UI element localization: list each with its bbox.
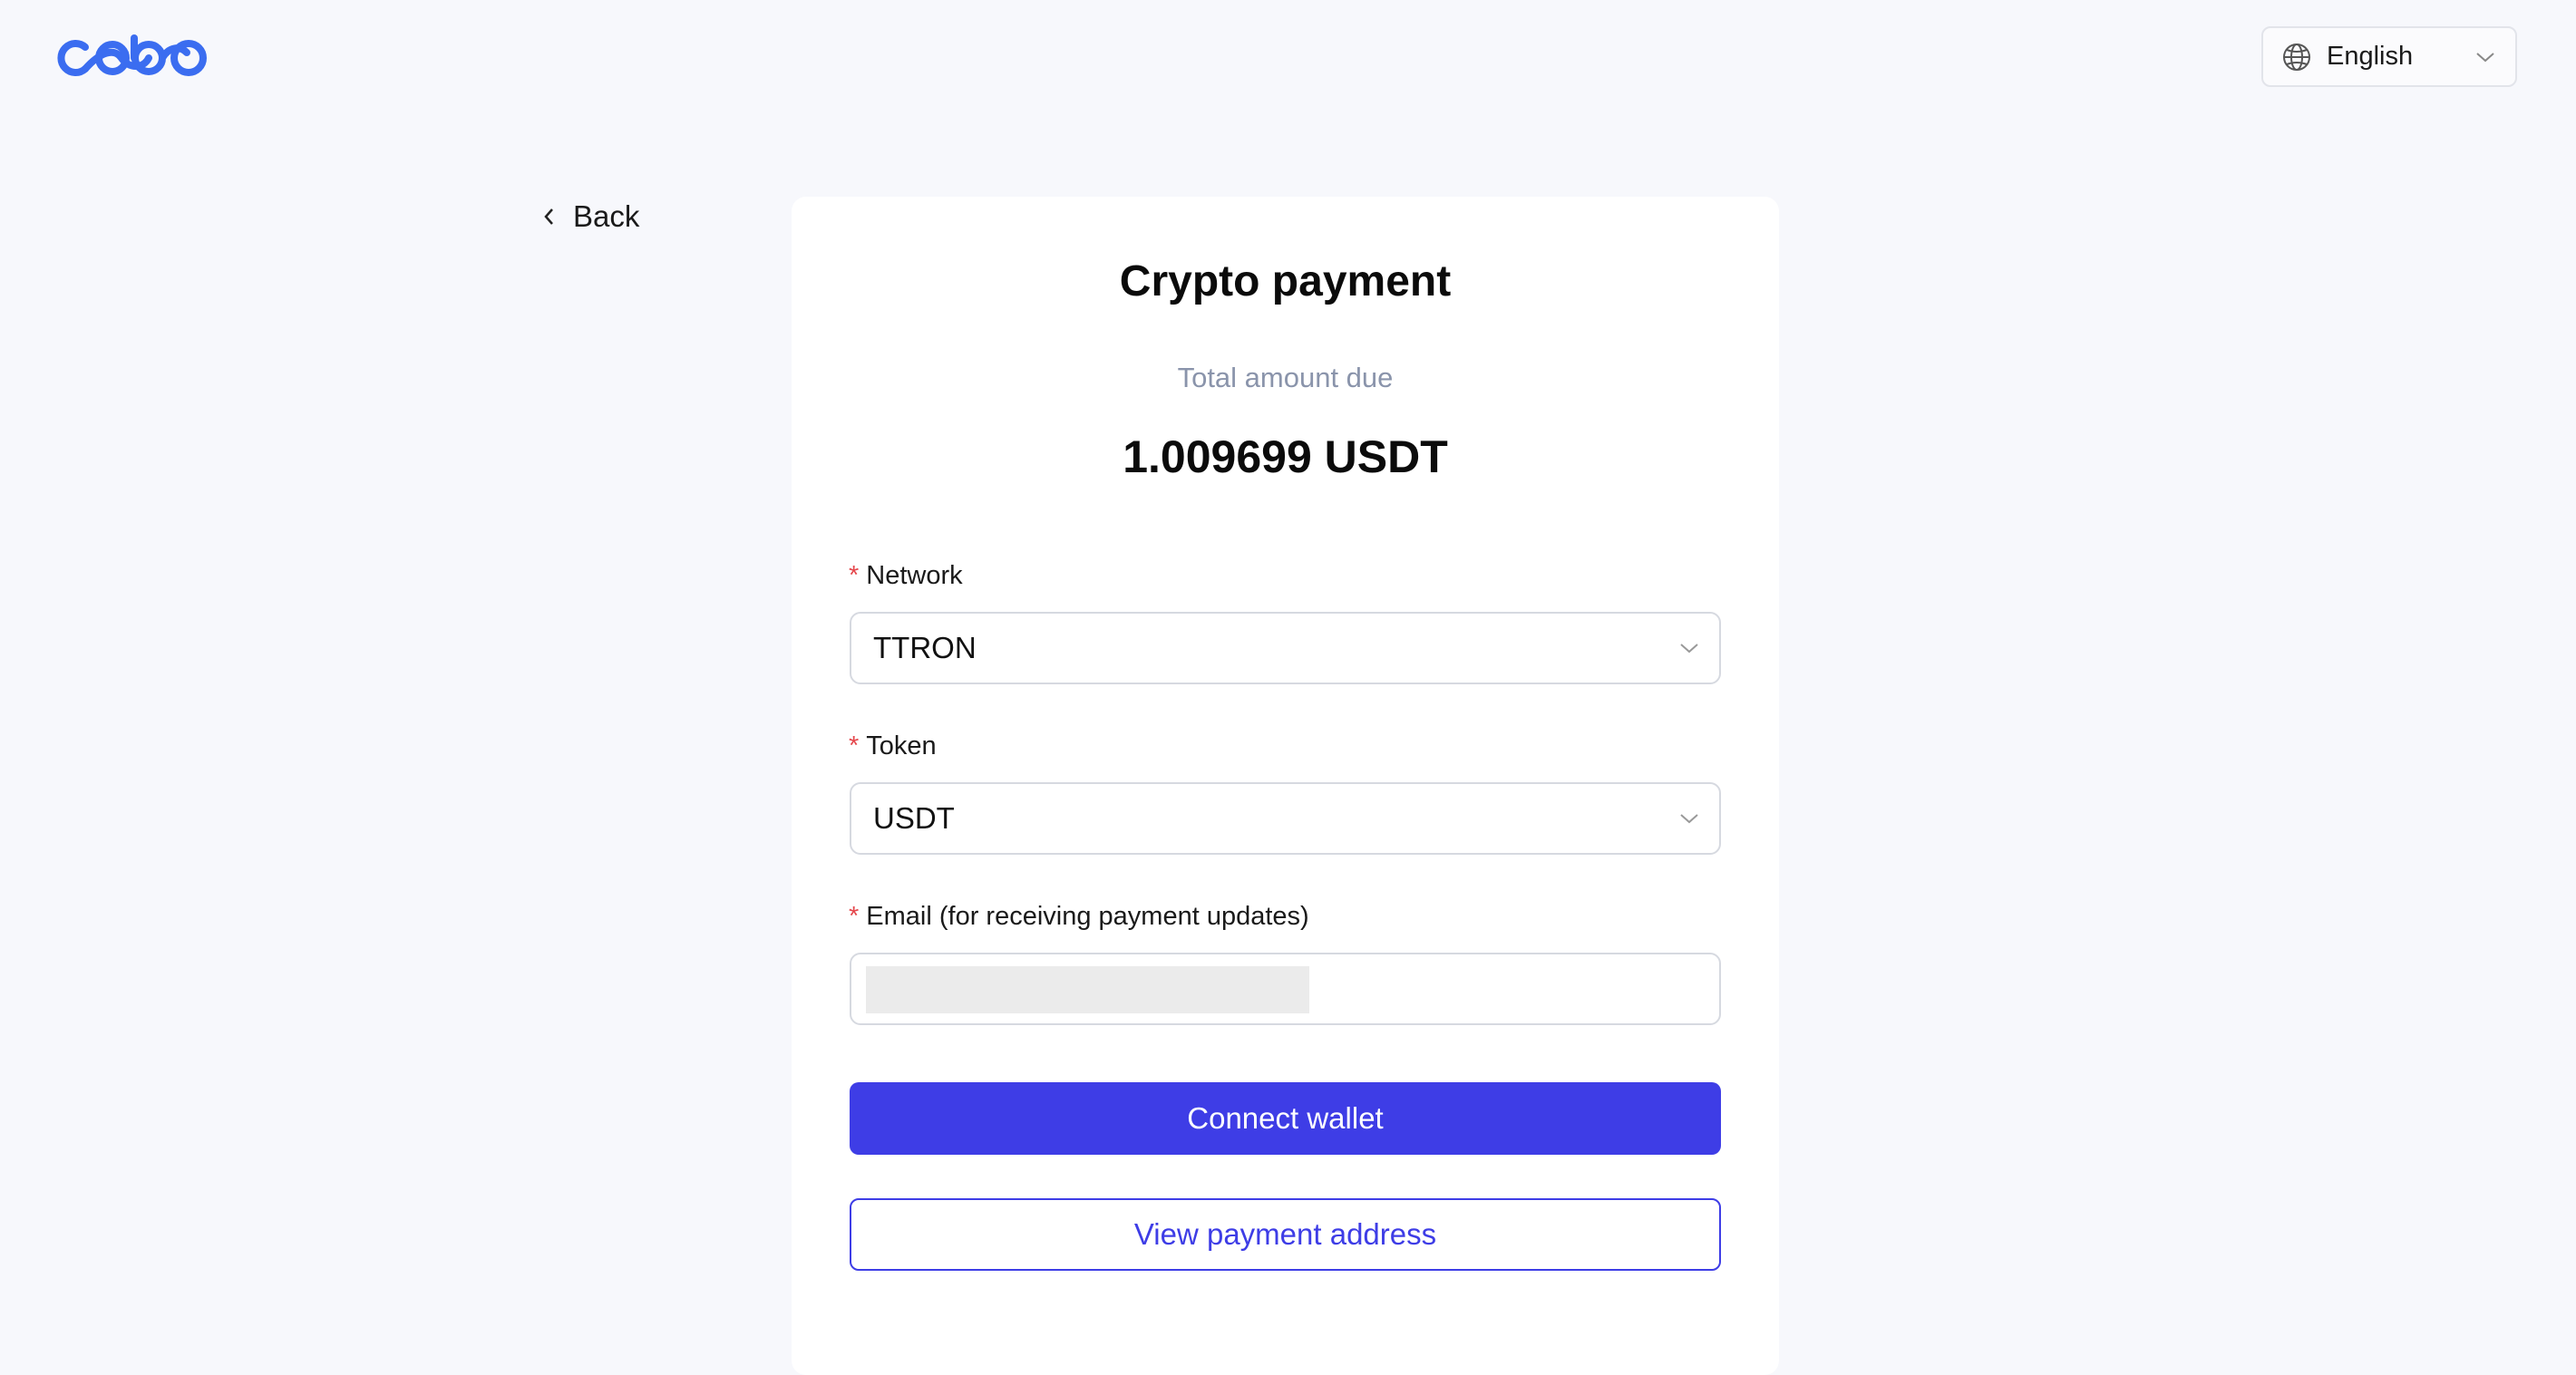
token-select[interactable]: USDT	[850, 782, 1721, 855]
email-field-wrapper	[850, 953, 1721, 1025]
required-marker: *	[849, 902, 860, 931]
view-payment-address-button[interactable]: View payment address	[850, 1198, 1721, 1271]
email-label-text: Email (for receiving payment updates)	[866, 902, 1309, 931]
required-marker: *	[849, 561, 860, 590]
email-label: * Email (for receiving payment updates)	[849, 902, 1309, 932]
amount-due-value: 1.009699 USDT	[1123, 431, 1448, 482]
language-label: English	[2327, 42, 2414, 71]
network-select-value: TTRON	[873, 631, 977, 664]
network-label-text: Network	[866, 561, 963, 590]
network-label: * Network	[849, 561, 963, 591]
back-link[interactable]: Back	[542, 199, 639, 234]
token-label: * Token	[849, 731, 937, 761]
cobo-logo[interactable]	[53, 34, 211, 82]
token-select-value: USDT	[873, 801, 955, 835]
page-title: Crypto payment	[1119, 257, 1452, 305]
chevron-down-icon	[2476, 52, 2494, 62]
token-label-text: Token	[866, 731, 937, 760]
back-label: Back	[573, 199, 640, 233]
payment-card: Crypto payment Total amount due 1.009699…	[792, 197, 1779, 1375]
chevron-down-icon	[1680, 644, 1698, 654]
chevron-down-icon	[1680, 814, 1698, 824]
network-select[interactable]: TTRON	[850, 612, 1721, 684]
language-select[interactable]: English	[2261, 26, 2517, 87]
chevron-left-icon	[544, 208, 553, 225]
required-marker: *	[849, 731, 860, 760]
amount-due-label: Total amount due	[1177, 362, 1394, 393]
email-field[interactable]	[851, 954, 1719, 1023]
globe-icon	[2283, 43, 2310, 71]
connect-wallet-button[interactable]: Connect wallet	[850, 1082, 1721, 1155]
